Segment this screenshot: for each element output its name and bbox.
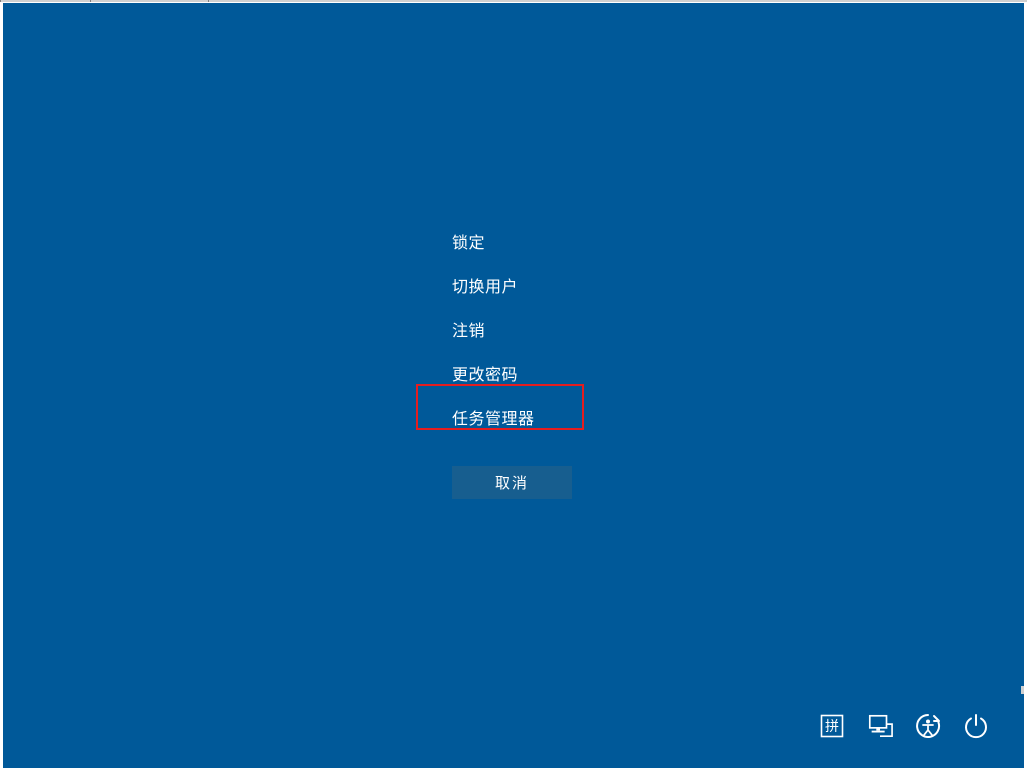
option-sign-out[interactable]: 注销 bbox=[452, 310, 535, 354]
cancel-button[interactable]: 取消 bbox=[452, 466, 572, 499]
ease-of-access-icon[interactable] bbox=[915, 713, 941, 739]
window-top-border bbox=[0, 0, 1027, 2]
network-icon[interactable] bbox=[867, 713, 893, 739]
power-icon[interactable] bbox=[963, 713, 989, 739]
scrollbar-fragment bbox=[1021, 686, 1024, 694]
system-tray: 拼 bbox=[3, 706, 1024, 746]
security-options-screen: 锁定 切换用户 注销 更改密码 任务管理器 取消 拼 bbox=[3, 3, 1024, 768]
option-switch-user[interactable]: 切换用户 bbox=[452, 266, 535, 310]
option-change-password[interactable]: 更改密码 bbox=[452, 354, 535, 398]
svg-text:拼: 拼 bbox=[825, 718, 839, 734]
option-task-manager[interactable]: 任务管理器 bbox=[452, 398, 535, 442]
security-options-menu: 锁定 切换用户 注销 更改密码 任务管理器 bbox=[452, 222, 535, 442]
option-lock[interactable]: 锁定 bbox=[452, 222, 535, 266]
ime-icon[interactable]: 拼 bbox=[819, 713, 845, 739]
